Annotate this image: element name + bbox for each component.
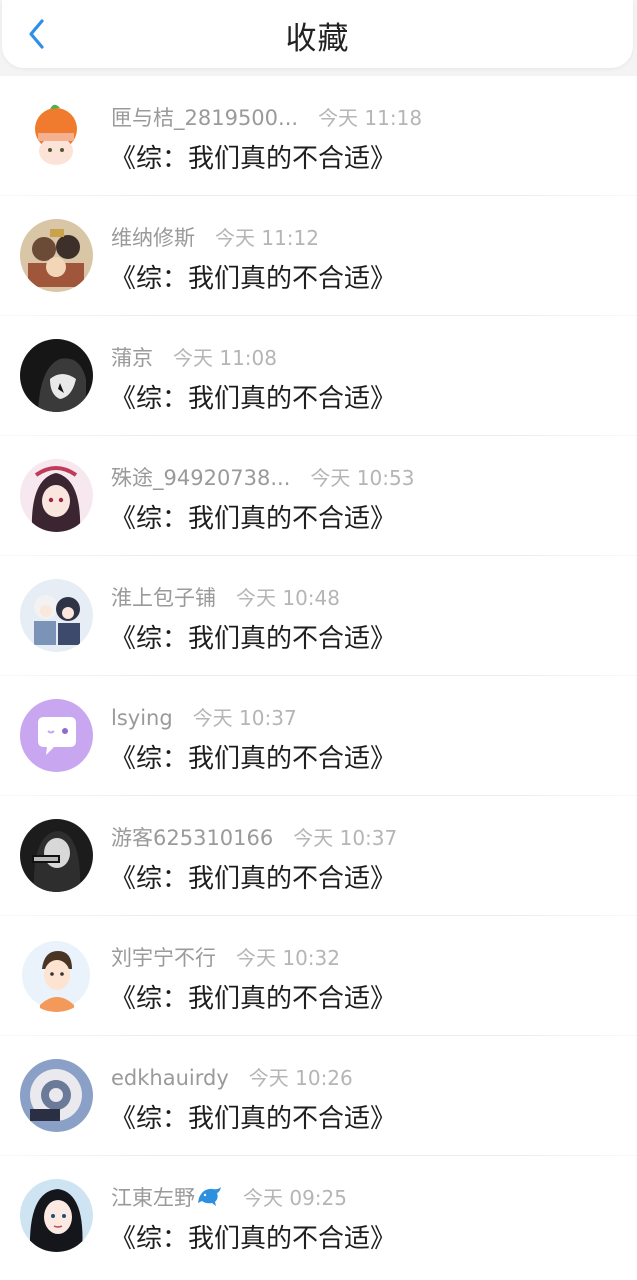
item-meta: 江東左野 今天 09:25: [111, 1182, 347, 1212]
timestamp: 今天 11:08: [173, 346, 277, 370]
list-item[interactable]: 淮上包子铺 今天 10:48 《综：我们真的不合适》: [0, 556, 637, 676]
avatar[interactable]: [20, 579, 93, 652]
list-item[interactable]: 匣与桔_2819500... 今天 11:18 《综：我们真的不合适》: [0, 76, 637, 196]
timestamp: 今天 11:18: [318, 106, 423, 130]
user-name[interactable]: edkhauirdy: [111, 1066, 229, 1090]
avatar[interactable]: [20, 939, 93, 1012]
avatar[interactable]: [20, 339, 93, 412]
timestamp: 今天 10:32: [236, 946, 340, 970]
book-title[interactable]: 《综：我们真的不合适》: [110, 498, 396, 535]
book-title[interactable]: 《综：我们真的不合适》: [110, 378, 396, 415]
item-meta: 刘宇宁不行 今天 10:32: [111, 942, 340, 972]
list-item[interactable]: 维纳修斯 今天 11:12 《综：我们真的不合适》: [0, 196, 637, 316]
timestamp: 今天 10:37: [293, 826, 398, 850]
avatar[interactable]: [20, 219, 93, 292]
top-bar: 收藏: [2, 0, 633, 68]
avatar[interactable]: [20, 1179, 93, 1252]
user-name[interactable]: 游客625310166: [111, 826, 273, 850]
timestamp: 今天 10:48: [236, 586, 340, 610]
item-meta: 维纳修斯 今天 11:12: [111, 222, 319, 252]
item-meta: 殊途_94920738... 今天 10:53: [111, 462, 414, 492]
avatar[interactable]: [20, 459, 93, 532]
book-title[interactable]: 《综：我们真的不合适》: [110, 258, 396, 295]
user-name[interactable]: 淮上包子铺: [111, 586, 216, 610]
list-item[interactable]: 蒲京 今天 11:08 《综：我们真的不合适》: [0, 316, 637, 436]
user-name[interactable]: 匣与桔_2819500...: [111, 106, 298, 130]
book-title[interactable]: 《综：我们真的不合适》: [110, 618, 396, 655]
book-title[interactable]: 《综：我们真的不合适》: [110, 1218, 396, 1255]
user-name[interactable]: lsying: [111, 706, 173, 730]
book-title[interactable]: 《综：我们真的不合适》: [110, 978, 396, 1015]
user-name[interactable]: 蒲京: [111, 346, 153, 370]
avatar[interactable]: [20, 99, 93, 172]
book-title[interactable]: 《综：我们真的不合适》: [110, 1098, 396, 1135]
item-meta: lsying 今天 10:37: [111, 702, 297, 732]
page-title: 收藏: [285, 21, 350, 57]
item-meta: 匣与桔_2819500... 今天 11:18: [111, 102, 422, 132]
timestamp: 今天 10:26: [248, 1066, 353, 1090]
list-item[interactable]: 殊途_94920738... 今天 10:53 《综：我们真的不合适》: [0, 436, 637, 556]
list-item[interactable]: edkhauirdy 今天 10:26 《综：我们真的不合适》: [0, 1036, 637, 1156]
book-title[interactable]: 《综：我们真的不合适》: [110, 138, 396, 175]
timestamp: 今天 10:53: [310, 466, 415, 490]
user-name[interactable]: 维纳修斯: [111, 226, 195, 250]
timestamp: 今天 11:12: [215, 226, 319, 250]
book-title[interactable]: 《综：我们真的不合适》: [110, 858, 396, 895]
item-meta: 游客625310166 今天 10:37: [111, 822, 397, 852]
timestamp: 今天 10:37: [192, 706, 297, 730]
item-meta: 蒲京 今天 11:08: [111, 342, 277, 372]
book-title[interactable]: 《综：我们真的不合适》: [110, 738, 396, 775]
item-meta: 淮上包子铺 今天 10:48: [111, 582, 340, 612]
list-item[interactable]: 江東左野 今天 09:25 《综：我们真的不合适》: [0, 1156, 637, 1276]
item-meta: edkhauirdy 今天 10:26: [111, 1062, 353, 1092]
user-name[interactable]: 殊途_94920738...: [111, 466, 290, 490]
avatar[interactable]: [20, 699, 93, 772]
user-name[interactable]: 江東左野: [111, 1186, 195, 1210]
avatar[interactable]: [20, 1059, 93, 1132]
list-item[interactable]: 刘宇宁不行 今天 10:32 《综：我们真的不合适》: [0, 916, 637, 1036]
list-item[interactable]: 游客625310166 今天 10:37 《综：我们真的不合适》: [0, 796, 637, 916]
timestamp: 今天 09:25: [243, 1186, 347, 1210]
avatar[interactable]: [20, 819, 93, 892]
list-item[interactable]: lsying 今天 10:37 《综：我们真的不合适》: [0, 676, 637, 796]
dolphin-icon: [198, 1187, 221, 1206]
user-name[interactable]: 刘宇宁不行: [111, 946, 216, 970]
favorites-list: 匣与桔_2819500... 今天 11:18 《综：我们真的不合适》 维纳修斯今…: [0, 76, 637, 1280]
